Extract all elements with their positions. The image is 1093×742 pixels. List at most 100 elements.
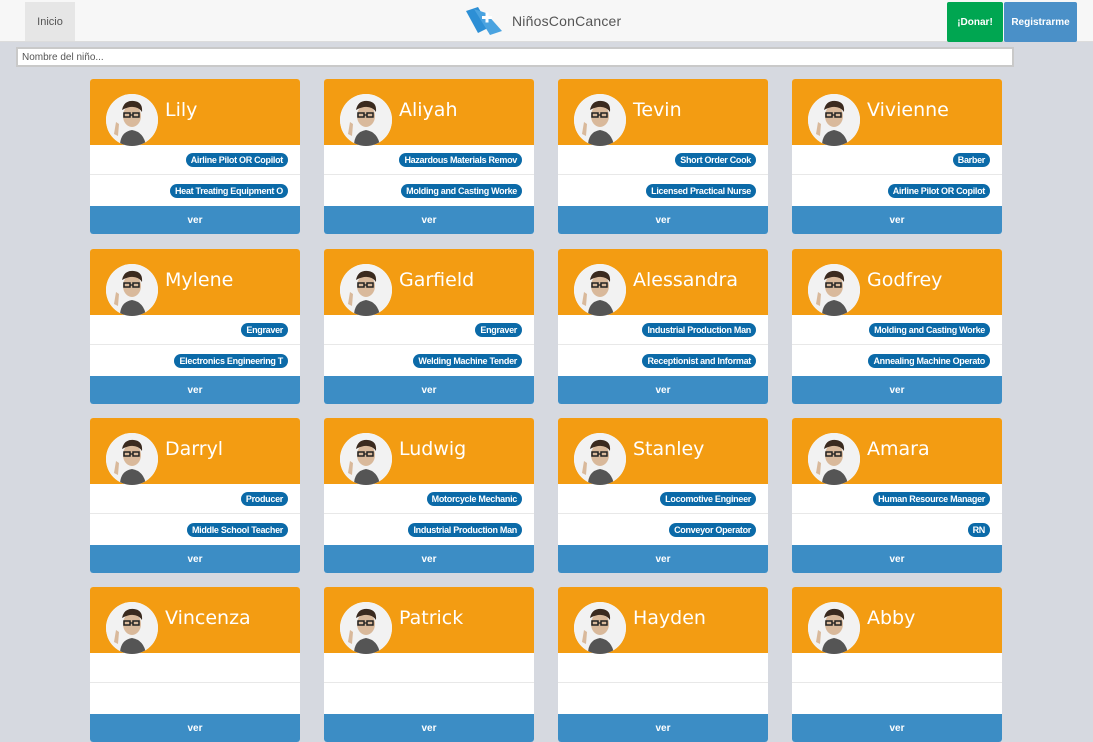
view-child-button[interactable]: ver: [90, 545, 300, 573]
card-tag-row: [558, 653, 768, 683]
child-card: Amara Human Resource Manager RN ver: [792, 418, 1002, 573]
view-child-button[interactable]: ver: [90, 714, 300, 742]
child-card: Lily Airline Pilot OR Copilot Heat Treatin…: [90, 79, 300, 234]
child-card: Ludwig Motorcycle Mechanic Industrial Prod…: [324, 418, 534, 573]
view-child-button[interactable]: ver: [324, 545, 534, 573]
card-tag-row: Producer: [90, 484, 300, 514]
card-tag-row: [792, 684, 1002, 714]
brand-name: NiñosConCancer: [512, 13, 622, 29]
avatar: [574, 94, 626, 146]
card-tag-row: Short Order Cook: [558, 145, 768, 175]
avatar: [106, 94, 158, 146]
avatar-photo-icon: [574, 433, 626, 485]
card-tag-row: Engraver: [324, 315, 534, 345]
child-name: Darryl: [165, 438, 224, 460]
occupation-badge: Airline Pilot OR Copilot: [185, 152, 288, 167]
view-child-button[interactable]: ver: [324, 714, 534, 742]
avatar: [808, 264, 860, 316]
card-header: Stanley: [558, 418, 768, 485]
card-tag-row: Engraver: [90, 315, 300, 345]
view-child-button[interactable]: ver: [558, 376, 768, 404]
avatar: [106, 264, 158, 316]
card-tag-row: Motorcycle Mechanic: [324, 484, 534, 514]
card-tag-row: Receptionist and Informat: [558, 346, 768, 376]
view-child-button[interactable]: ver: [792, 545, 1002, 573]
card-tag-row: Welding Machine Tender: [324, 346, 534, 376]
occupation-badge: Industrial Production Man: [642, 322, 756, 337]
occupation-badge: Engraver: [241, 322, 288, 337]
child-card: Vincenza ver: [90, 587, 300, 742]
occupation-badge: Locomotive Engineer: [660, 491, 756, 506]
avatar-photo-icon: [340, 433, 392, 485]
child-name: Lily: [165, 99, 198, 121]
card-header: Amara: [792, 418, 1002, 485]
avatar: [574, 433, 626, 485]
view-child-button[interactable]: ver: [558, 714, 768, 742]
occupation-badge: Heat Treating Equipment O: [169, 184, 288, 198]
card-tag-row: [90, 684, 300, 714]
card-header: Alessandra: [558, 249, 768, 316]
child-name: Ludwig: [399, 438, 467, 460]
avatar: [106, 602, 158, 654]
card-tag-row: Licensed Practical Nurse: [558, 176, 768, 206]
card-tag-row: Molding and Casting Worke: [792, 315, 1002, 345]
view-child-button[interactable]: ver: [324, 376, 534, 404]
child-name: Godfrey: [867, 269, 943, 291]
child-name: Abby: [867, 607, 916, 629]
avatar-photo-icon: [340, 602, 392, 654]
occupation-badge: Producer: [240, 491, 288, 506]
view-child-button[interactable]: ver: [90, 206, 300, 234]
view-child-button[interactable]: ver: [324, 206, 534, 234]
avatar-photo-icon: [574, 264, 626, 316]
view-child-button[interactable]: ver: [792, 714, 1002, 742]
card-header: Garfield: [324, 249, 534, 316]
child-name: Amara: [867, 438, 930, 460]
view-child-button[interactable]: ver: [558, 206, 768, 234]
occupation-badge: Conveyor Operator: [669, 523, 756, 537]
brand[interactable]: NiñosConCancer: [464, 7, 621, 35]
occupation-badge: Short Order Cook: [675, 152, 756, 167]
donate-button[interactable]: ¡Donar!: [947, 2, 1003, 42]
occupation-badge: Human Resource Manager: [873, 491, 990, 506]
register-button[interactable]: Registrarme: [1004, 2, 1077, 42]
view-child-button[interactable]: ver: [90, 376, 300, 404]
nav-home-link[interactable]: Inicio: [25, 2, 75, 41]
card-header: Patrick: [324, 587, 534, 654]
occupation-badge: Airline Pilot OR Copilot: [887, 184, 990, 198]
occupation-badge: Molding and Casting Worke: [869, 322, 990, 337]
child-card: Alessandra Industrial Production Man Recep…: [558, 249, 768, 404]
card-tag-row: Conveyor Operator: [558, 515, 768, 545]
occupation-badge: Industrial Production Man: [408, 523, 522, 537]
child-name: Mylene: [165, 269, 234, 291]
avatar: [808, 94, 860, 146]
child-card: Godfrey Molding and Casting Worke Annealin…: [792, 249, 1002, 404]
occupation-badge: Hazardous Materials Remov: [399, 152, 522, 167]
avatar-photo-icon: [574, 94, 626, 146]
occupation-badge: Licensed Practical Nurse: [646, 184, 756, 198]
child-card: Garfield Engraver Welding Machine Tender ve…: [324, 249, 534, 404]
card-header: Abby: [792, 587, 1002, 654]
avatar: [808, 602, 860, 654]
child-card: Aliyah Hazardous Materials Remov Molding a…: [324, 79, 534, 234]
brand-logo-icon: [466, 7, 502, 35]
avatar: [340, 433, 392, 485]
child-card: Stanley Locomotive Engineer Conveyor Opera…: [558, 418, 768, 573]
card-header: Vincenza: [90, 587, 300, 654]
card-tag-row: [558, 684, 768, 714]
avatar: [340, 264, 392, 316]
view-child-button[interactable]: ver: [558, 545, 768, 573]
avatar-photo-icon: [574, 602, 626, 654]
card-header: Mylene: [90, 249, 300, 316]
card-header: Vivienne: [792, 79, 1002, 146]
avatar: [574, 264, 626, 316]
card-tag-row: [90, 653, 300, 683]
child-name: Vivienne: [867, 99, 949, 121]
view-child-button[interactable]: ver: [792, 206, 1002, 234]
search-input[interactable]: [16, 47, 1014, 67]
card-header: Aliyah: [324, 79, 534, 146]
child-name: Vincenza: [165, 607, 251, 629]
card-tag-row: Industrial Production Man: [324, 515, 534, 545]
avatar-photo-icon: [106, 264, 158, 316]
view-child-button[interactable]: ver: [792, 376, 1002, 404]
child-card: Patrick ver: [324, 587, 534, 742]
